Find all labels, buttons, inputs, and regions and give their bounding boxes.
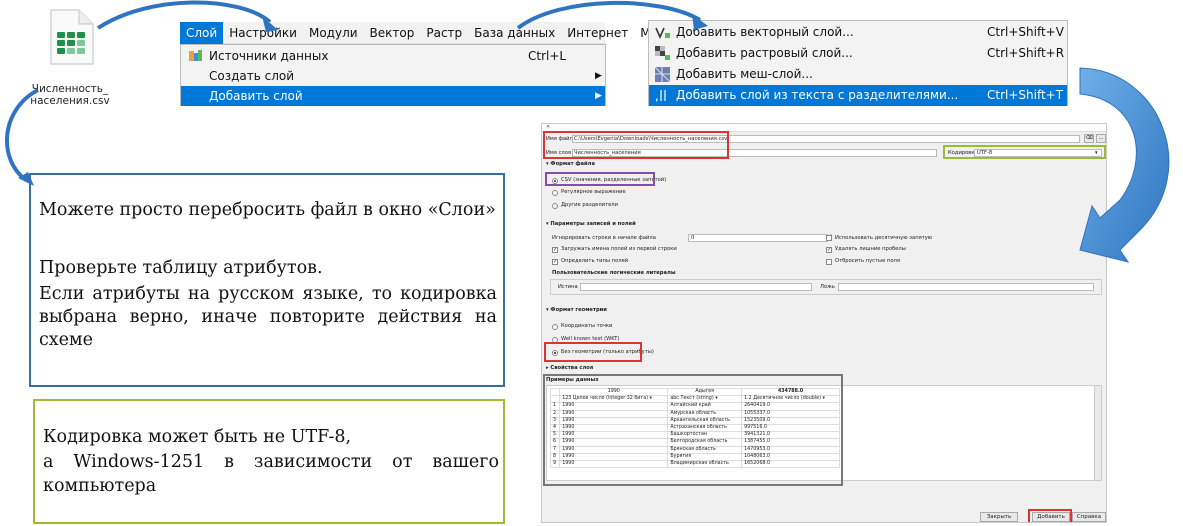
arrow-menu-to-submenu-head bbox=[692, 14, 708, 30]
arrow-file-to-menu bbox=[96, 0, 272, 30]
arrow-file-to-callout bbox=[5, 88, 39, 182]
arrow-file-to-menu-head bbox=[262, 16, 278, 32]
flow-arrows bbox=[5, 0, 1170, 263]
arrow-menu-to-submenu bbox=[516, 0, 702, 30]
arrow-submenu-to-dialog bbox=[1079, 67, 1170, 263]
